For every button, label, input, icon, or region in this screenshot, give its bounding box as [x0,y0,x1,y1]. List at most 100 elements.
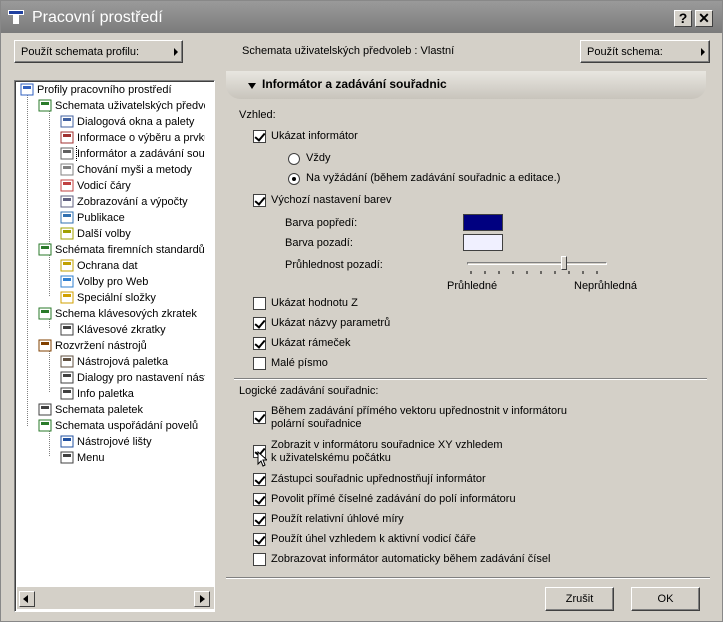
show-param-names-label: Ukázat názvy parametrů [271,317,391,329]
tree-item[interactable]: Dialogy pro nastavení nástrojů [60,370,205,386]
arrow-right-icon [200,595,205,603]
web-globe-icon [60,275,74,288]
footer-divider [226,577,710,579]
use-scheme-button[interactable]: Použít schema: [580,40,710,63]
show-frame-checkbox[interactable] [253,337,266,350]
tree-item-label: Rozvržení nástrojů [55,340,147,352]
default-colors-checkbox[interactable] [253,194,266,207]
tree-item[interactable]: Nástrojové lišty [60,434,205,450]
arrow-right-icon [701,48,705,56]
tree-item[interactable]: Schemata uživatelských předvoleb [38,98,205,114]
slider-thumb[interactable] [561,256,567,270]
publish-icon [60,211,74,224]
scroll-right-button[interactable] [194,591,210,607]
auto-infobox-label: Zobrazovat informátor automaticky během … [271,553,551,565]
toolbars-icon [60,435,74,448]
tree-item-label: Schemata uživatelských předvoleb [55,100,205,112]
tree-item-label: Dialogová okna a palety [77,116,195,128]
slider-track [467,262,607,265]
transparency-max-label: Neprůhledná [574,280,637,292]
guide-angle-checkbox[interactable] [253,533,266,546]
tree-item-label: Další volby [77,228,131,240]
tree-item-label: Schemata uspořádání povelů [55,420,199,432]
tree-item-label: Info paletka [77,388,134,400]
use-profile-scheme-button[interactable]: Použít schemata profilu: [14,40,183,63]
tree-item[interactable]: Ochrana dat [60,258,205,274]
close-button[interactable]: ✕ [695,10,713,27]
substitute-prefer-checkbox[interactable] [253,473,266,486]
window-title: Pracovní prostředí [32,9,163,26]
collapse-triangle-icon [248,83,256,89]
tree-item-label: Chování myši a metody [77,164,192,176]
transparency-slider[interactable] [467,255,607,279]
on-demand-radio[interactable] [288,173,300,185]
foreground-color-label: Barva popředí: [285,217,358,229]
tree-item[interactable]: Schemata uspořádání povelů [38,418,205,434]
show-frame-label: Ukázat rámeček [271,337,351,349]
panel-title: Informátor a zadávání souřadnic [262,77,447,91]
small-font-checkbox[interactable] [253,357,266,370]
arrow-right-icon [174,48,178,56]
tree-item-label: Zobrazování a výpočty [77,196,188,208]
small-font-label: Malé písmo [271,357,328,369]
relative-angle-label: Použít relativní úhlové míry [271,513,404,525]
tree-item[interactable]: Informátor a zadávání souřadnic [60,146,205,162]
profiles-icon [20,83,34,96]
tree-item[interactable]: Volby pro Web [60,274,205,290]
direct-entry-checkbox[interactable] [253,493,266,506]
logical-input-label: Logické zadávání souřadnic: [239,385,379,397]
selection-info-icon [60,131,74,144]
tree-item-label: Informátor a zadávání souřadnic [76,146,205,162]
relative-angle-checkbox[interactable] [253,513,266,526]
tree-item[interactable]: Zobrazování a výpočty [60,194,205,210]
info-box-icon [60,147,74,160]
tree-item[interactable]: Dialogová okna a palety [60,114,205,130]
tree-item-label: Profily pracovního prostředí [37,84,172,96]
tree-item[interactable]: Schemata paletek [38,402,205,418]
always-label: Vždy [306,152,331,164]
tree-item[interactable]: Rozvržení nástrojů [38,338,205,354]
auto-infobox-checkbox[interactable] [253,553,266,566]
tree-item-label: Publikace [77,212,125,224]
more-options-icon [60,227,74,240]
use-scheme-label: Použít schema: [587,46,663,58]
tree-item[interactable]: Info paletka [60,386,205,402]
show-infobox-checkbox[interactable] [253,130,266,143]
tree-item[interactable]: Klávesové zkratky [60,322,205,338]
tree-horizontal-scrollbar[interactable] [17,587,214,609]
use-profile-scheme-label: Použít schemata profilu: [21,46,140,58]
cancel-button[interactable]: Zrušit [545,587,614,611]
scroll-left-button[interactable] [19,591,35,607]
tree-item[interactable]: Schema klávesových zkratek [38,306,205,322]
appearance-label: Vzhled: [239,109,276,121]
tree-item-label: Schema klávesových zkratek [55,308,197,320]
foreground-color-swatch[interactable] [463,214,503,231]
ok-button[interactable]: OK [631,587,700,611]
tree-item-label: Nástrojová paletka [77,356,169,368]
tree-item[interactable]: Vodicí čáry [60,178,205,194]
tree-item[interactable]: Informace o výběru a prvku [60,130,205,146]
tree-item[interactable]: Další volby [60,226,205,242]
direct-entry-label: Povolit přímé číselné zadávání do polí i… [271,493,516,505]
tool-settings-icon [60,371,74,384]
tree-item[interactable]: Schémata firemních standardů [38,242,205,258]
panel-header[interactable]: Informátor a zadávání souřadnic [226,71,706,99]
tree-item[interactable]: Profily pracovního prostředí [20,82,205,98]
background-color-swatch[interactable] [463,234,503,251]
tree-item[interactable]: Publikace [60,210,205,226]
show-z-checkbox[interactable] [253,297,266,310]
tree-item[interactable]: Nástrojová paletka [60,354,205,370]
tree-item-label: Vodicí čáry [77,180,131,192]
title-bar: Pracovní prostředí ? ✕ [1,1,722,33]
tree-item[interactable]: Menu [60,450,205,466]
always-radio[interactable] [288,153,300,165]
show-param-names-checkbox[interactable] [253,317,266,330]
tree-item[interactable]: Chování myši a metody [60,162,205,178]
tree-item-label: Schémata firemních standardů [55,244,205,256]
tree-item[interactable]: Speciální složky [60,290,205,306]
user-schemes-icon [38,99,52,112]
help-button[interactable]: ? [674,10,692,27]
tree-item-label: Klávesové zkratky [77,324,166,336]
prefer-polar-checkbox[interactable] [253,411,266,424]
menu-icon [60,451,74,464]
